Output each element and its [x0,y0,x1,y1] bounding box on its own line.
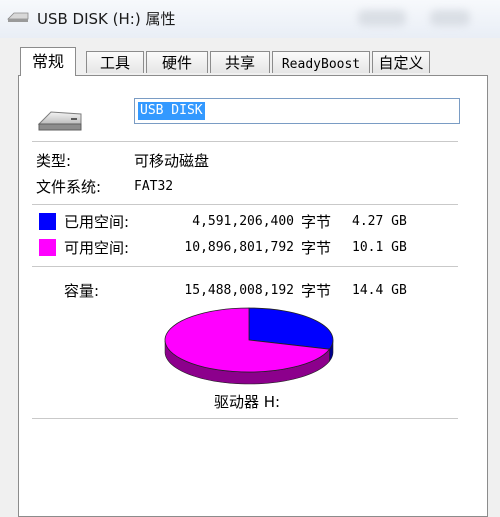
filesystem-value: FAT32 [134,179,174,194]
tab-customize[interactable]: 自定义 [372,51,430,73]
tab-readyboost[interactable]: ReadyBoost [272,51,370,73]
used-space-size: 4.27 GB [352,214,407,229]
divider [32,141,458,142]
type-label: 类型: [36,152,72,170]
capacity-unit: 字节 [301,282,332,300]
used-space-bytes: 4,591,206,400 [192,214,294,229]
window-title: USB DISK (H:) 属性 [37,10,176,28]
tab-sharing[interactable]: 共享 [210,51,270,73]
volume-name-text: USB DISK [138,102,205,120]
tab-label: 工具 [99,54,130,72]
capacity-label: 容量: [64,282,100,300]
tab-label: 常规 [31,52,64,71]
used-space-label: 已用空间: [64,213,130,231]
used-space-swatch [39,213,56,230]
disk-usage-pie-chart [164,307,334,385]
used-space-unit: 字节 [301,213,332,231]
volume-name-input[interactable]: USB DISK [134,98,460,124]
tab-label: 硬件 [161,54,192,72]
free-space-unit: 字节 [301,239,332,257]
tab-tools[interactable]: 工具 [86,51,144,73]
tab-label: 共享 [224,54,255,72]
free-space-label: 可用空间: [64,239,130,257]
divider [32,204,458,205]
blurred-region [430,10,470,26]
tab-strip: 常规 工具 硬件 共享 ReadyBoost 自定义 [18,47,488,76]
capacity-bytes: 15,488,008,192 [184,283,294,298]
capacity-size: 14.4 GB [352,283,407,298]
blurred-region [358,10,406,26]
filesystem-label: 文件系统: [36,178,102,196]
tab-label: ReadyBoost [281,57,361,72]
type-value: 可移动磁盘 [134,152,210,170]
title-bar[interactable]: USB DISK (H:) 属性 [0,0,500,38]
divider [32,266,458,267]
tab-hardware[interactable]: 硬件 [146,51,208,73]
usb-drive-icon [7,12,29,22]
divider [32,418,458,419]
free-space-size: 10.1 GB [352,240,407,255]
tab-label: 自定义 [378,54,424,72]
tab-general[interactable]: 常规 [20,47,76,76]
drive-label: 驱动器 H: [214,393,281,411]
usb-drive-icon [37,111,82,131]
free-space-bytes: 10,896,801,792 [184,240,294,255]
free-space-swatch [39,239,56,256]
